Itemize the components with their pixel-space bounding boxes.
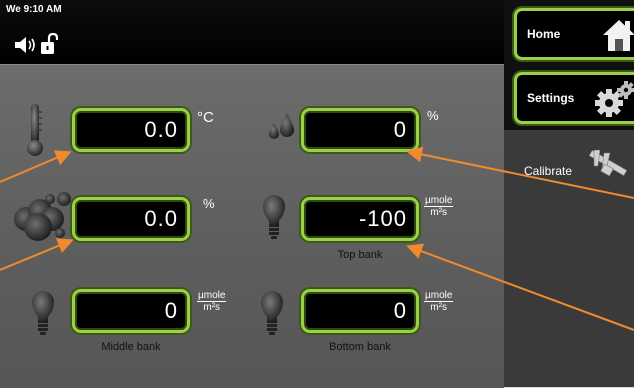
light-bulb-icon xyxy=(263,195,285,239)
clock: We 9:10 AM xyxy=(6,4,62,15)
bottom-bank-value: 0 xyxy=(393,298,407,323)
humidity-value: 0 xyxy=(393,117,407,142)
top-bank-value: -100 xyxy=(358,206,407,231)
water-drops-icon xyxy=(269,113,294,139)
middle-bank-unit: µmole m²s xyxy=(197,290,227,313)
bottom-bank-unit: µmole m²s xyxy=(424,290,454,313)
light-bulb-icon xyxy=(32,291,54,335)
humidity-field[interactable]: 0 xyxy=(301,108,419,152)
sensor-panel: 0.0 °C 0 % 0.0 % -100 µmole m²s Top bank… xyxy=(0,64,504,388)
temperature-value: 0.0 xyxy=(144,117,178,142)
caliper-icon xyxy=(588,150,628,177)
status-bar: We 9:10 AM xyxy=(0,0,504,64)
nav-sidebar: Home Settings Calibrate xyxy=(504,0,634,387)
middle-bank-field[interactable]: 0 xyxy=(72,289,190,333)
co2-field[interactable]: 0.0 xyxy=(72,197,190,241)
humidity-unit: % xyxy=(427,108,439,123)
top-bank-field[interactable]: -100 xyxy=(301,197,419,241)
home-button[interactable]: Home xyxy=(514,8,634,60)
settings-button[interactable]: Settings xyxy=(514,72,634,124)
middle-bank-value: 0 xyxy=(164,298,178,323)
home-icon xyxy=(603,20,634,51)
bottom-bank-field[interactable]: 0 xyxy=(301,289,419,333)
top-bank-caption: Top bank xyxy=(337,249,383,261)
bottom-bank-caption: Bottom bank xyxy=(329,341,391,353)
tab-calibrate[interactable]: Calibrate xyxy=(504,130,634,387)
co2-unit: % xyxy=(203,196,215,211)
temperature-unit: °C xyxy=(197,109,214,126)
unlocked-padlock-icon[interactable] xyxy=(40,33,58,55)
light-bulb-icon xyxy=(261,291,283,335)
gears-icon xyxy=(595,81,634,117)
home-button-label: Home xyxy=(527,27,561,41)
co2-cloud-icon xyxy=(14,192,71,241)
calibrate-tab-label: Calibrate xyxy=(524,164,573,178)
top-bank-unit: µmole m²s xyxy=(424,195,454,218)
speaker-icon[interactable] xyxy=(14,36,38,54)
co2-value: 0.0 xyxy=(144,206,178,231)
thermometer-icon xyxy=(27,104,43,156)
temperature-field[interactable]: 0.0 xyxy=(72,108,190,152)
middle-bank-caption: Middle bank xyxy=(101,341,161,353)
settings-button-label: Settings xyxy=(527,91,575,105)
